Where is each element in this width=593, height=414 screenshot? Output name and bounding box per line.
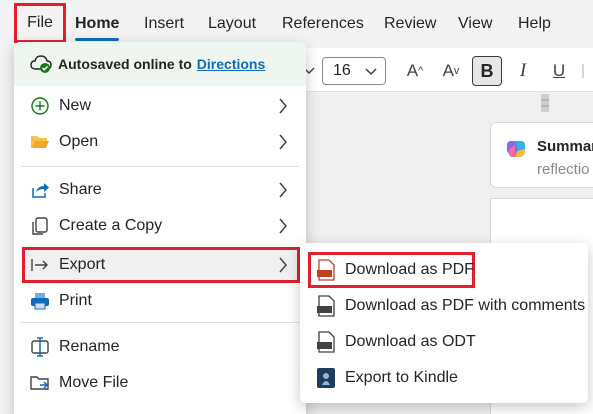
- download-odt-item[interactable]: Download as ODT: [300, 324, 588, 360]
- tab-insert[interactable]: Insert: [144, 15, 184, 33]
- grow-font-button[interactable]: A ^: [402, 58, 428, 84]
- copilot-summary-card[interactable]: Summar reflectio: [490, 122, 593, 188]
- chevron-down-icon: [365, 68, 377, 76]
- tab-view[interactable]: View: [458, 15, 492, 33]
- pdf-file-icon: [317, 259, 335, 281]
- autosave-location-link[interactable]: Directions: [197, 56, 265, 72]
- menu-item-label: Share: [59, 181, 102, 198]
- tab-layout[interactable]: Layout: [208, 15, 256, 33]
- tab-review[interactable]: Review: [384, 15, 436, 33]
- formatting-toolbar: 16 A ^ Av B I U: [300, 48, 593, 92]
- menu-item-label: Open: [59, 133, 99, 150]
- menu-item-export[interactable]: Export: [14, 247, 306, 283]
- copilot-subtitle: reflectio: [537, 161, 590, 178]
- menu-item-move-file[interactable]: Move File: [14, 365, 306, 401]
- menu-divider: [20, 322, 300, 323]
- file-menu: Autosaved online to Directions New Open …: [14, 42, 306, 414]
- menu-item-rename[interactable]: Rename: [14, 329, 306, 365]
- bold-button[interactable]: B: [472, 56, 502, 86]
- tab-help[interactable]: Help: [518, 15, 551, 33]
- font-size-value: 16: [333, 62, 351, 79]
- odt-file-icon: [317, 331, 335, 353]
- chevron-right-icon: [279, 98, 287, 114]
- menu-divider: [20, 166, 300, 167]
- export-kindle-item[interactable]: Export to Kindle: [300, 360, 588, 396]
- copy-icon: [32, 217, 48, 235]
- menu-item-new[interactable]: New: [14, 88, 306, 124]
- menu-item-label: Export: [59, 256, 106, 273]
- menu-item-label: Create a Copy: [59, 217, 163, 234]
- menu-item-print[interactable]: Print: [14, 283, 306, 319]
- underline-button[interactable]: U: [548, 58, 570, 84]
- menu-item-label: Rename: [59, 338, 120, 355]
- copilot-title: Summar: [537, 138, 593, 155]
- tab-references[interactable]: References: [282, 15, 364, 33]
- cloud-check-icon: [30, 55, 52, 73]
- menu-item-create-copy[interactable]: Create a Copy: [14, 208, 306, 244]
- printer-icon: [31, 293, 49, 310]
- chevron-right-icon: [279, 218, 287, 234]
- tab-file[interactable]: File: [14, 3, 66, 43]
- menu-item-open[interactable]: Open: [14, 124, 306, 160]
- shrink-font-button[interactable]: Av: [438, 58, 464, 84]
- more-tools-icon[interactable]: [580, 58, 593, 84]
- grow-caret-icon: ^: [418, 65, 424, 77]
- share-icon: [32, 183, 49, 198]
- chevron-right-icon: [279, 257, 287, 273]
- shrink-caret-icon: v: [453, 65, 460, 77]
- menu-item-share[interactable]: Share: [14, 172, 306, 208]
- kindle-icon: [317, 368, 335, 388]
- tab-file-label: File: [27, 14, 53, 31]
- shrink-font-label: A: [442, 61, 454, 80]
- menu-item-label: New: [59, 97, 92, 114]
- autosave-banner: Autosaved online to Directions: [14, 42, 306, 86]
- ruler-marker-icon: [541, 94, 549, 112]
- download-pdf-comments-item[interactable]: Download as PDF with comments: [300, 288, 588, 324]
- font-size-select[interactable]: 16: [322, 57, 386, 85]
- move-folder-icon: [30, 376, 49, 390]
- submenu-item-label: Download as PDF with comments: [345, 297, 586, 314]
- submenu-item-label: Download as PDF: [345, 261, 474, 278]
- pdf-comments-icon: [317, 295, 335, 317]
- export-submenu: Download as PDF Download as PDF with com…: [300, 243, 588, 403]
- menu-item-label: Move File: [59, 374, 129, 391]
- download-pdf-item[interactable]: Download as PDF: [300, 252, 588, 288]
- menu-item-label: Print: [59, 292, 92, 309]
- rename-icon: [31, 337, 49, 357]
- grow-font-label: A: [406, 61, 419, 80]
- export-arrow-icon: [31, 259, 48, 271]
- submenu-item-label: Export to Kindle: [345, 369, 458, 386]
- folder-open-icon: [31, 136, 49, 148]
- tab-home[interactable]: Home: [75, 15, 120, 41]
- plus-circle-icon: [31, 97, 49, 115]
- chevron-right-icon: [279, 134, 287, 150]
- copilot-icon: [507, 141, 525, 157]
- chevron-right-icon: [279, 182, 287, 198]
- italic-button[interactable]: I: [512, 58, 534, 84]
- submenu-item-label: Download as ODT: [345, 333, 476, 350]
- ribbon-tabs: File Home Insert Layout References Revie…: [0, 0, 593, 48]
- autosave-text: Autosaved online to: [58, 56, 192, 72]
